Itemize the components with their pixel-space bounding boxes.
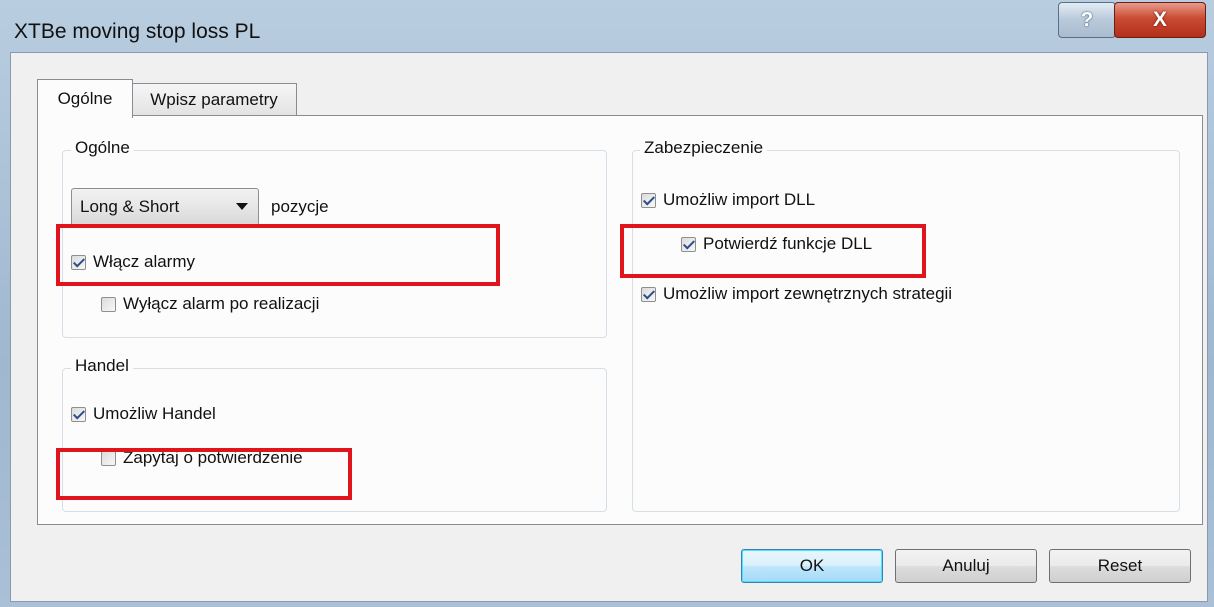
enable-trading-checkbox[interactable]: Umożliw Handel bbox=[71, 404, 216, 424]
tab-general-label: Ogólne bbox=[57, 89, 113, 108]
highlight-box-trading bbox=[56, 448, 352, 500]
enable-trading-label: Umożliw Handel bbox=[93, 404, 216, 423]
position-select[interactable]: Long & Short bbox=[71, 188, 259, 226]
position-select-value: Long & Short bbox=[80, 197, 180, 216]
checkbox-checked-icon bbox=[71, 406, 86, 422]
position-suffix-label: pozycje bbox=[271, 197, 329, 216]
help-icon: ? bbox=[1080, 8, 1094, 31]
checkbox-checked-icon bbox=[641, 286, 656, 302]
cancel-button-label: Anuluj bbox=[942, 556, 990, 575]
allow-dll-import-checkbox[interactable]: Umożliw import DLL bbox=[641, 190, 815, 210]
checkbox-checked-icon bbox=[641, 192, 656, 208]
reset-button-label: Reset bbox=[1097, 556, 1143, 575]
disable-alert-after-fill-label: Wyłącz alarm po realizacji bbox=[123, 294, 320, 313]
checkbox-unchecked-icon bbox=[101, 296, 116, 312]
ok-button-label: OK bbox=[799, 556, 825, 575]
disable-alert-after-fill-checkbox[interactable]: Wyłącz alarm po realizacji bbox=[101, 294, 319, 314]
close-button[interactable]: X bbox=[1114, 2, 1206, 38]
tab-parameters[interactable]: Wpisz parametry bbox=[131, 83, 297, 116]
group-trade-label: Handel bbox=[71, 356, 133, 376]
ok-button[interactable]: OK bbox=[741, 549, 883, 583]
allow-dll-import-label: Umożliw import DLL bbox=[663, 190, 816, 209]
cancel-button[interactable]: Anuluj bbox=[895, 549, 1037, 583]
allow-external-import-label: Umożliw import zewnętrznych strategii bbox=[663, 284, 953, 303]
tab-general[interactable]: Ogólne bbox=[37, 79, 133, 118]
close-icon: X bbox=[1152, 8, 1167, 31]
highlight-box-dll bbox=[620, 224, 926, 278]
group-security-label: Zabezpieczenie bbox=[640, 138, 768, 158]
allow-external-import-checkbox[interactable]: Umożliw import zewnętrznych strategii bbox=[641, 284, 952, 304]
chevron-down-icon bbox=[236, 203, 248, 210]
help-button[interactable]: ? bbox=[1058, 2, 1116, 38]
tab-panel-general: Ogólne Long & Short pozycje Włącz alarmy… bbox=[37, 115, 1203, 525]
window-title: XTBe moving stop loss PL bbox=[14, 20, 261, 43]
dialog-window: XTBe moving stop loss PL ? X Ogólne Wpis… bbox=[0, 0, 1214, 607]
dialog-client-area: Ogólne Wpisz parametry Ogólne Long & Sho… bbox=[10, 52, 1208, 602]
group-general-label: Ogólne bbox=[71, 138, 134, 158]
tab-parameters-label: Wpisz parametry bbox=[150, 90, 278, 109]
reset-button[interactable]: Reset bbox=[1049, 549, 1191, 583]
highlight-box-position bbox=[56, 224, 500, 286]
